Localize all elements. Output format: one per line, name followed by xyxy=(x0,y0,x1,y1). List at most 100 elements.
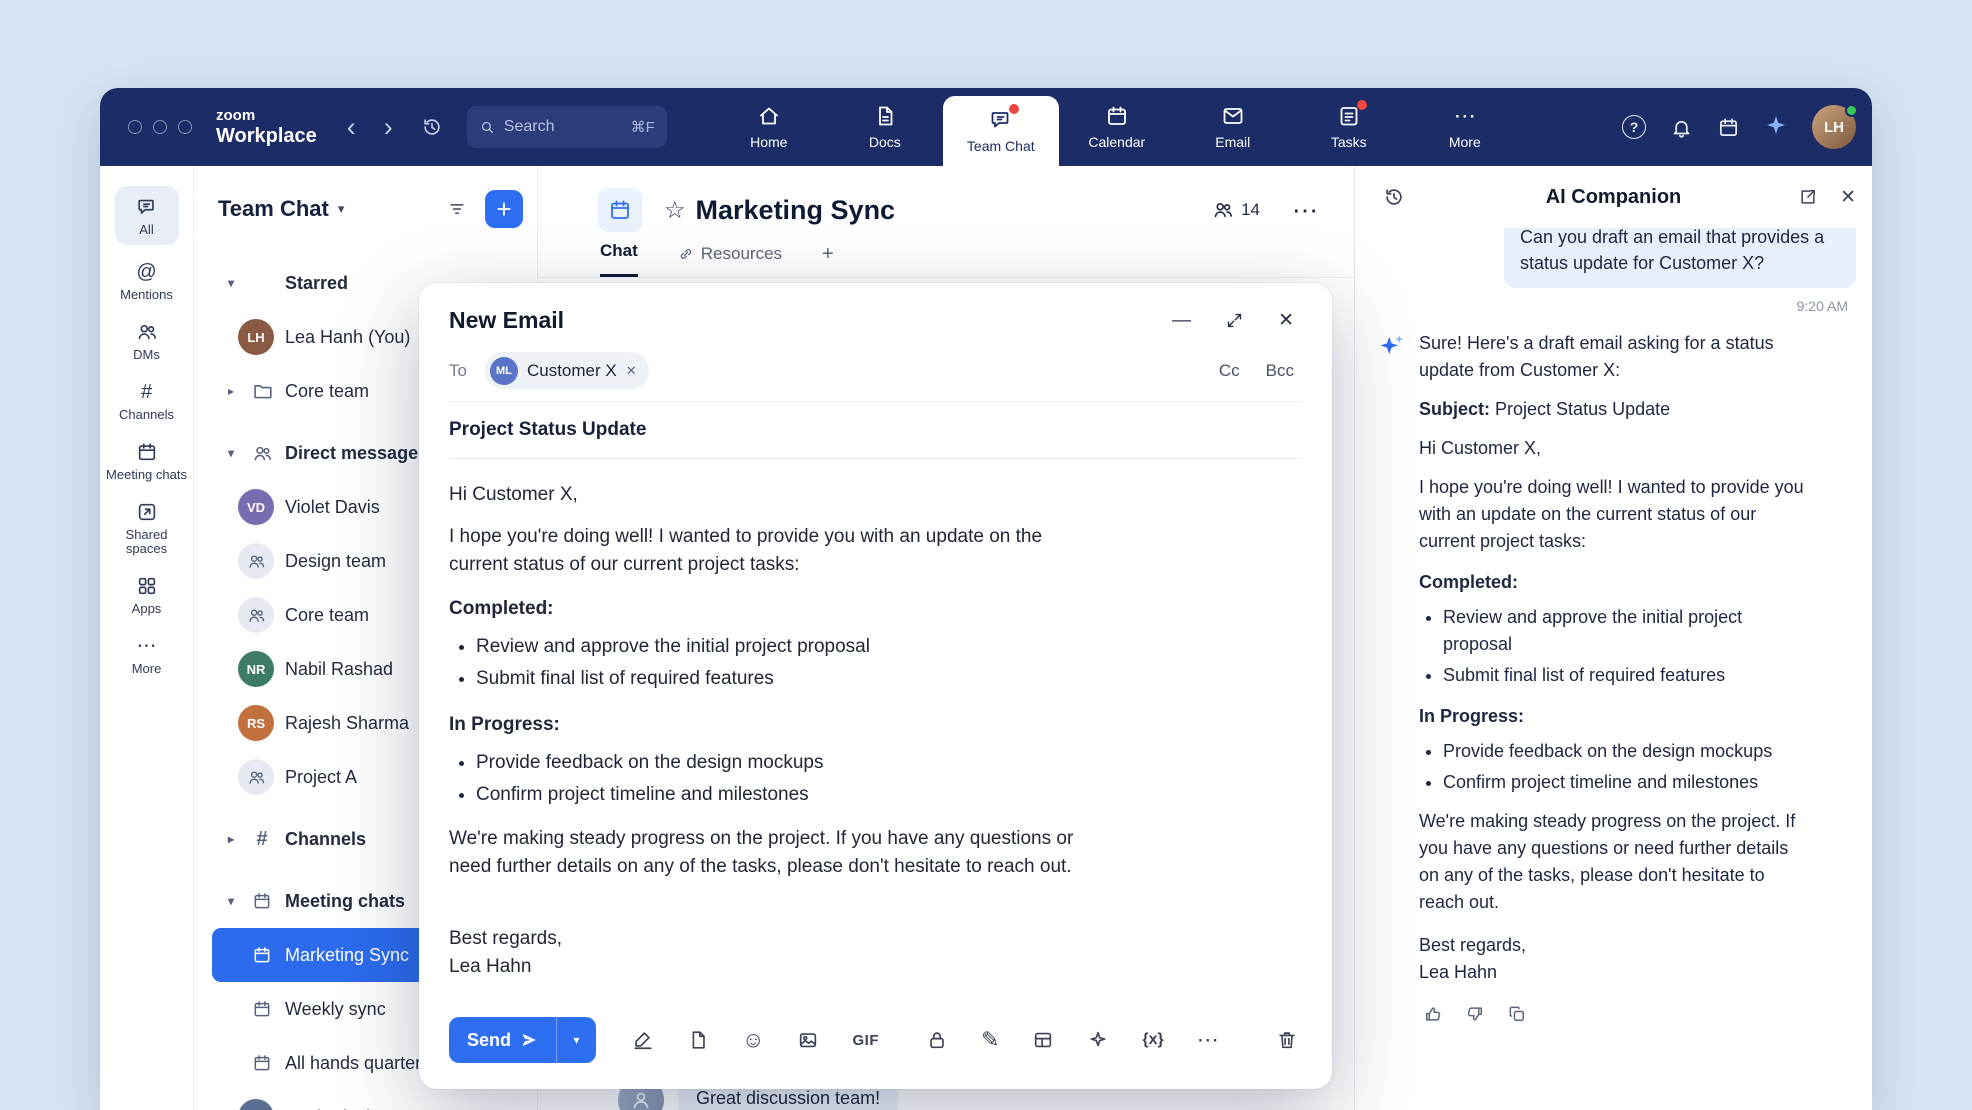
nav-item-more[interactable]: ⋯ More xyxy=(1407,88,1523,166)
member-count-button[interactable]: 14 xyxy=(1212,199,1260,221)
notifications-button[interactable] xyxy=(1670,116,1693,139)
layout-button[interactable] xyxy=(1032,1029,1054,1051)
close-panel-button[interactable]: ✕ xyxy=(1840,186,1856,209)
ai-companion-button[interactable] xyxy=(1764,113,1788,142)
signature-button[interactable] xyxy=(632,1029,654,1051)
list-item: Review and approve the initial project p… xyxy=(476,631,1294,663)
email-signoff: Best regards, xyxy=(449,925,1294,953)
cc-button[interactable]: Cc xyxy=(1219,361,1240,381)
list-item: Provide feedback on the design mockups xyxy=(1443,738,1811,765)
tab-chat[interactable]: Chat xyxy=(600,241,638,277)
thumbs-up-button[interactable] xyxy=(1423,1004,1443,1024)
minimize-button[interactable]: — xyxy=(1172,310,1191,332)
ai-assist-button[interactable] xyxy=(1087,1029,1109,1051)
rail-item-meeting-chats[interactable]: Meeting chats xyxy=(104,441,190,482)
ai-signoff: Best regards, xyxy=(1419,932,1811,959)
rail-label: Channels xyxy=(119,408,174,422)
traffic-light[interactable] xyxy=(178,120,192,134)
ai-companion-panel: AI Companion ✕ Can you draft an email th… xyxy=(1354,166,1872,1110)
conversation-history-button[interactable] xyxy=(1383,186,1405,208)
traffic-light[interactable] xyxy=(153,120,167,134)
timestamp: 9:20 AM xyxy=(1377,298,1848,314)
nav-item-calendar[interactable]: Calendar xyxy=(1059,88,1175,166)
nav-item-tasks[interactable]: Tasks xyxy=(1291,88,1407,166)
nav-item-home[interactable]: Home xyxy=(711,88,827,166)
search-input[interactable] xyxy=(504,118,623,136)
traffic-lights xyxy=(128,120,192,134)
filter-button[interactable] xyxy=(447,199,467,219)
rail-item-apps[interactable]: Apps xyxy=(104,575,190,616)
traffic-light[interactable] xyxy=(128,120,142,134)
left-icon-rail: All @ Mentions DMs # Channels Meeting ch… xyxy=(100,166,194,1110)
send-button[interactable]: Send xyxy=(449,1017,556,1063)
history-button[interactable] xyxy=(421,116,443,138)
help-button[interactable]: ? xyxy=(1622,115,1646,139)
sidebar-item-label: Core team xyxy=(285,381,369,402)
copy-button[interactable] xyxy=(1507,1004,1527,1024)
chevron-right-icon[interactable]: ▸ xyxy=(228,832,250,846)
bcc-button[interactable]: Bcc xyxy=(1266,361,1294,381)
subject-value: Project Status Update xyxy=(1495,399,1670,419)
chevron-down-icon[interactable]: ▾ xyxy=(338,201,345,217)
expand-button[interactable] xyxy=(1225,311,1244,330)
encrypt-button[interactable] xyxy=(926,1029,948,1051)
email-completed-list: Review and approve the initial project p… xyxy=(449,631,1294,695)
add-tab-button[interactable]: + xyxy=(822,243,834,277)
user-avatar[interactable]: LH xyxy=(1812,105,1856,149)
sidebar-item-lea-rajesh[interactable]: LR Lea/Rajesh 1:1 xyxy=(212,1090,527,1110)
rail-item-mentions[interactable]: @ Mentions xyxy=(104,261,190,302)
variables-button[interactable]: {x} xyxy=(1142,1031,1163,1049)
subject-field[interactable]: Project Status Update xyxy=(419,402,1332,458)
back-button[interactable]: ‹ xyxy=(347,112,356,143)
history-icon xyxy=(421,116,443,138)
sidebar-item-label: Weekly sync xyxy=(285,999,386,1020)
rail-item-all[interactable]: All xyxy=(115,186,179,245)
schedule-button[interactable] xyxy=(1717,116,1740,139)
rail-item-dms[interactable]: DMs xyxy=(104,321,190,362)
recipient-chip[interactable]: ML Customer X ✕ xyxy=(485,352,649,389)
gif-button[interactable]: GIF xyxy=(852,1032,879,1049)
to-label: To xyxy=(449,361,467,381)
close-button[interactable]: ✕ xyxy=(1278,309,1294,332)
new-chat-button[interactable]: + xyxy=(485,190,523,228)
rail-item-more[interactable]: ⋯ More xyxy=(104,635,190,676)
sidebar-title[interactable]: Team Chat xyxy=(218,196,329,222)
tab-resources[interactable]: Resources xyxy=(678,244,782,277)
chevron-down-icon[interactable]: ▾ xyxy=(228,446,250,460)
rail-item-shared-spaces[interactable]: Shared spaces xyxy=(104,501,190,556)
email-completed-heading: Completed: xyxy=(449,595,1294,623)
avatar-initials: LH xyxy=(1824,119,1844,136)
open-in-window-button[interactable] xyxy=(1798,187,1818,207)
calendar-icon xyxy=(252,891,272,911)
emoji-button[interactable]: ☺ xyxy=(742,1029,764,1051)
sidebar-item-label: Core team xyxy=(285,605,369,626)
star-icon[interactable]: ☆ xyxy=(664,196,686,225)
tab-label: Chat xyxy=(600,241,638,261)
docs-icon xyxy=(873,104,897,128)
rail-item-channels[interactable]: # Channels xyxy=(104,381,190,422)
list-item: Submit final list of required features xyxy=(476,663,1294,695)
zoom-workplace-logo: zoom Workplace xyxy=(216,108,317,146)
nav-item-docs[interactable]: Docs xyxy=(827,88,943,166)
edit-button[interactable]: ✎ xyxy=(981,1029,999,1051)
more-options-button[interactable]: ⋯ xyxy=(1197,1027,1219,1053)
channel-more-button[interactable]: ⋯ xyxy=(1292,195,1318,226)
apps-icon xyxy=(136,575,158,597)
template-button[interactable] xyxy=(687,1029,709,1051)
nav-item-team-chat[interactable]: Team Chat xyxy=(943,96,1059,166)
forward-button[interactable]: › xyxy=(384,112,393,143)
send-options-button[interactable]: ▾ xyxy=(556,1017,596,1063)
chevron-down-icon[interactable]: ▾ xyxy=(228,894,250,908)
send-label: Send xyxy=(467,1030,511,1051)
discard-button[interactable] xyxy=(1276,1029,1298,1051)
search-box[interactable]: ⌘F xyxy=(467,106,667,148)
chevron-down-icon[interactable]: ▾ xyxy=(228,276,250,290)
image-button[interactable] xyxy=(797,1029,819,1051)
nav-item-email[interactable]: Email xyxy=(1175,88,1291,166)
sparkle-icon xyxy=(1087,1029,1109,1051)
remove-recipient-icon[interactable]: ✕ xyxy=(626,363,637,379)
email-body-editor[interactable]: Hi Customer X, I hope you're doing well!… xyxy=(419,459,1332,981)
thumbs-up-icon xyxy=(1423,1004,1443,1024)
thumbs-down-button[interactable] xyxy=(1465,1004,1485,1024)
chevron-right-icon[interactable]: ▸ xyxy=(228,384,250,398)
